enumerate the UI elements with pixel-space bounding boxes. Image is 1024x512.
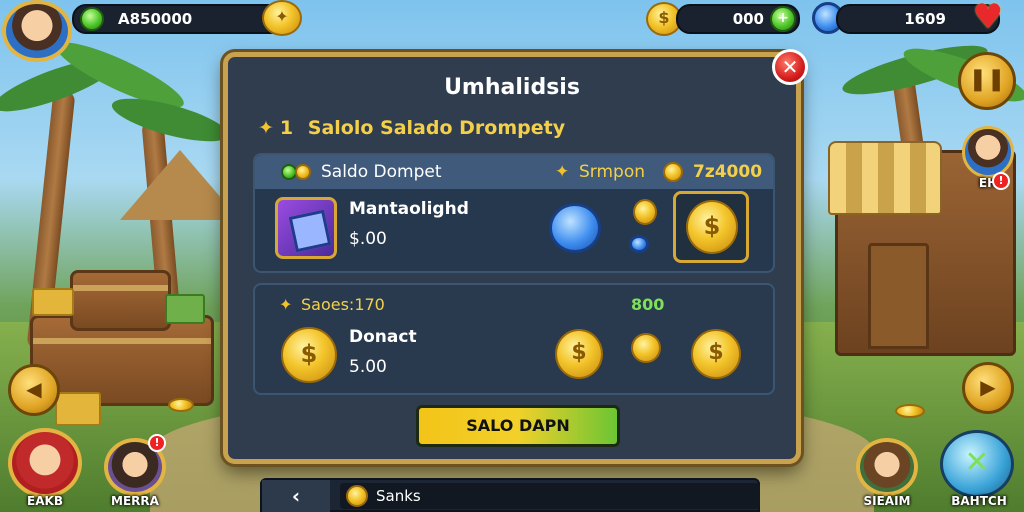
plus-icon[interactable]: + — [770, 6, 796, 32]
gold-coin-icon: $ — [686, 200, 738, 254]
gold-bars — [55, 392, 101, 426]
striped-awning — [828, 141, 942, 215]
straw-hut — [120, 150, 240, 260]
notification-badge: ! — [148, 434, 166, 452]
shop-dialog: Umhalidsis ✕ ✦ 1 Salolo Salado Drompety S… — [223, 49, 808, 464]
chevron-left-icon: ‹ — [291, 484, 301, 508]
currency-display-center: 000 + — [676, 4, 800, 34]
left-arrow-button[interactable]: ◀ — [8, 364, 60, 416]
gold-coin-icon[interactable]: $ — [691, 329, 741, 379]
character-avatar-sieaim[interactable] — [856, 438, 918, 496]
character-label: MERRA — [111, 494, 159, 508]
offer-card-header: Saldo Dompet ✦ Srmpon 7z4000 — [255, 155, 773, 189]
spellbook-icon[interactable] — [275, 197, 337, 259]
gold-coin-icon[interactable]: ✦ — [262, 0, 302, 36]
coin-icon — [631, 333, 661, 363]
currency-display-left: A850000 — [72, 4, 291, 34]
coin-icon — [295, 164, 311, 180]
bottom-field-text: Sanks — [376, 487, 421, 505]
star-gem-icon: ✦ — [279, 295, 293, 314]
card-header-value: 7z4000 — [693, 162, 763, 182]
right-arrow-button[interactable]: ▶ — [962, 362, 1014, 414]
chest-band — [33, 338, 211, 344]
character-label: EAKB — [27, 494, 63, 508]
top-bar: A850000 ✦ $ 000 + 1609 ♥ — [0, 0, 1024, 62]
offer-card-donate: ✦ Saoes:170 800 $ Donact 5.00 $ $ — [253, 283, 775, 395]
blue-gem-icon — [629, 235, 649, 253]
green-gem-icon — [80, 7, 104, 31]
coin-icon — [633, 199, 657, 225]
subtitle-text: Salolo Salado Drompety — [307, 117, 566, 139]
chest-band — [73, 285, 168, 291]
gold-coin-icon[interactable]: $ — [281, 327, 337, 383]
item-price: $.00 — [349, 229, 387, 249]
item-price: 5.00 — [349, 357, 387, 377]
hut-roof — [120, 150, 240, 220]
character-label-right: EH — [978, 176, 998, 190]
card-header-title: Saldo Dompet — [321, 162, 442, 182]
character-label: SIEAIM — [863, 494, 911, 508]
dialog-title: Umhalidsis — [444, 75, 580, 100]
coin-icon — [895, 404, 925, 418]
star-gem-icon: ✦ — [258, 117, 274, 139]
coin-icon — [663, 162, 683, 182]
card-header-title: Saoes:170 — [301, 295, 385, 314]
player-avatar[interactable] — [2, 0, 72, 62]
right-currency-value: 1609 — [904, 10, 946, 28]
confirm-purchase-button[interactable]: SALO DAPN — [416, 405, 620, 447]
heart-icon[interactable]: ♥ — [968, 0, 1008, 36]
bottom-bar: ‹ Sanks — [260, 478, 760, 512]
back-button[interactable]: ‹ — [262, 480, 330, 512]
left-currency-value: A850000 — [118, 10, 193, 28]
center-currency-value: 000 — [732, 10, 764, 28]
item-name: Donact — [349, 327, 417, 347]
gold-coin-offer[interactable]: $ — [673, 191, 749, 263]
pause-button[interactable]: ❚❚ — [958, 52, 1016, 110]
close-button[interactable]: ✕ — [772, 49, 808, 85]
card-header-label: Srmpon — [579, 162, 646, 182]
cash-stack — [165, 294, 205, 324]
shop-door — [868, 243, 929, 349]
bottom-input-field[interactable]: Sanks — [340, 483, 760, 509]
subtitle-count: 1 — [279, 117, 294, 139]
coin-icon — [346, 485, 368, 507]
item-name: Mantaolighd — [349, 199, 469, 219]
offer-card-balance: Saldo Dompet ✦ Srmpon 7z4000 Mantaolighd… — [253, 153, 775, 273]
close-icon: ✕ — [781, 55, 799, 79]
gold-bars — [32, 288, 74, 316]
character-avatar-eakb[interactable] — [8, 428, 82, 498]
character-label: BAHTCH — [951, 494, 1007, 508]
blue-coin-icon — [549, 203, 601, 253]
gold-coin-icon: $ — [555, 329, 603, 379]
treasure-chest-small — [70, 270, 171, 331]
star-gem-icon: ✦ — [555, 162, 570, 182]
character-avatar-right[interactable] — [962, 126, 1014, 178]
notification-badge: ! — [992, 172, 1010, 190]
coin-icon — [168, 398, 194, 412]
tools-icon[interactable]: ✕ — [940, 430, 1014, 498]
dialog-subtitle: ✦ 1 Salolo Salado Drompety — [258, 117, 565, 139]
card-header-value: 800 — [631, 295, 665, 314]
